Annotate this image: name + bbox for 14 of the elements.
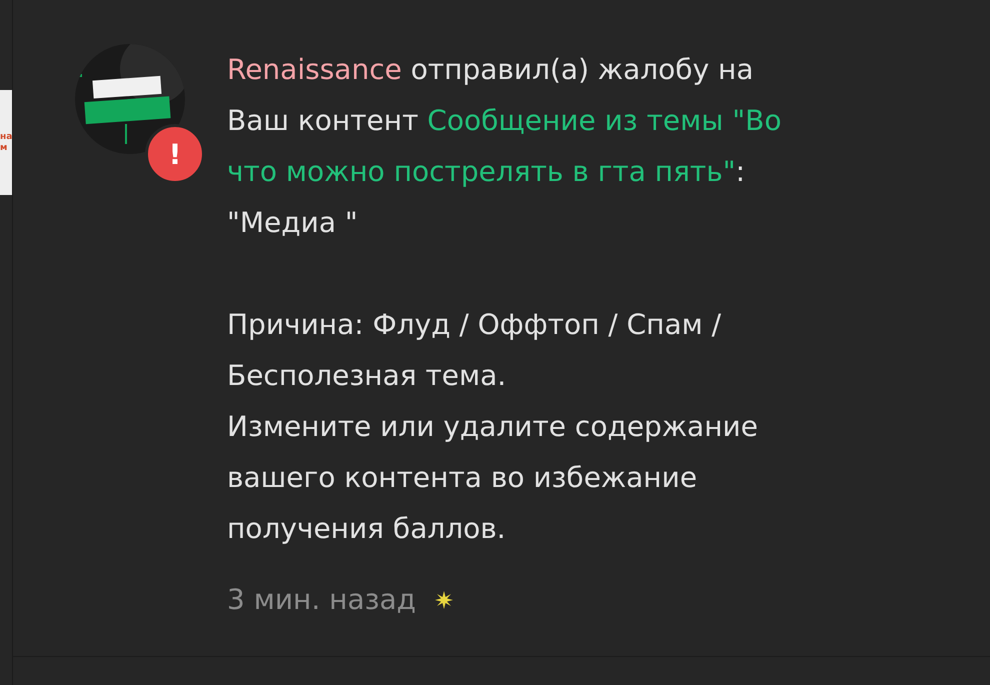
- author-link[interactable]: Renaissance: [227, 53, 402, 86]
- sparkle-icon: [434, 590, 454, 610]
- content-link[interactable]: что можно пострелять в гта пять": [227, 155, 736, 188]
- instruction-text: Измените или удалите содержание вашего контента во избежание получения баллов.: [227, 409, 759, 547]
- message-line: что можно пострелять в гта пять":: [227, 154, 746, 190]
- reason-text: Причина: Флуд / Оффтоп / Спам / Бесполезная тема.: [227, 307, 722, 394]
- alert-badge: !: [145, 124, 205, 184]
- content-link[interactable]: Сообщение из темы "Во: [427, 104, 782, 137]
- message-line: Ваш контент Сообщение из темы "Во: [227, 103, 782, 139]
- partial-text: м: [0, 142, 8, 154]
- message-line: Renaissance отправил(а) жалобу на: [227, 52, 755, 88]
- partial-text: на: [0, 132, 12, 142]
- time-text: 3 мин. назад: [227, 582, 416, 618]
- message-line: "Медиа ": [227, 205, 359, 241]
